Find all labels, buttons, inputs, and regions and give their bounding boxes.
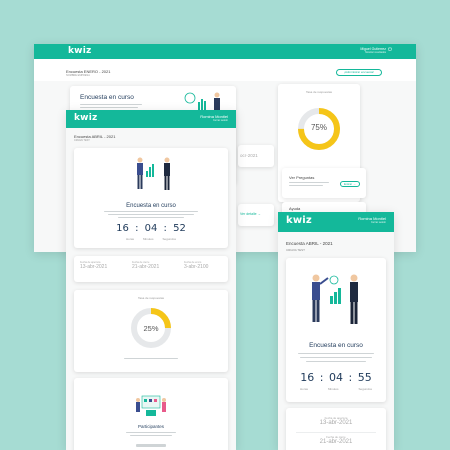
arrow-right-icon: → — [352, 182, 356, 186]
user-sub: Cerrar sesión — [212, 119, 228, 122]
middle-rate-card: Tasa de respuestas 25% — [74, 290, 228, 372]
help-label: Ayuda — [289, 206, 301, 211]
middle-dates-card: Fecha de apertura 13-abr-2021 Fecha de c… — [74, 256, 228, 282]
participants-illustration — [136, 395, 166, 416]
manage-survey-button[interactable]: ¡Administrar encuesta! — [336, 69, 382, 76]
date-close: Fecha de cierre 21-abr-2021 — [132, 261, 159, 270]
app-logo[interactable]: kwiz — [74, 113, 97, 123]
timer-minutes: 04 — [329, 371, 343, 384]
status-title: Encuesta en curso — [309, 342, 363, 349]
detail-link[interactable]: Ver detalle → — [240, 212, 261, 216]
middle-participants-card: Participantes — [74, 378, 228, 450]
timer-hours: 16 — [300, 371, 315, 384]
rate-title: Tasa de respuestas — [137, 296, 164, 300]
timer-hours-label: Horas — [300, 387, 309, 391]
status-title: Encuesta en curso — [80, 94, 134, 101]
questions-label: Ver Preguntas — [289, 175, 315, 180]
middle-status-card: Encuesta en curso 16 : 04 : 52 Horas Min… — [74, 148, 228, 248]
back-questions-card: Ver Preguntas Entrar → — [282, 168, 366, 198]
status-title: Encuesta en curso — [126, 203, 176, 209]
back-header: kwiz Miguel Gutierrez Mostrar resultados… — [34, 44, 416, 59]
survey-sub: CRIAVA TEST — [286, 248, 306, 252]
user-sub: Cerrar sesión — [370, 221, 386, 224]
timer-seconds-label: Segundos — [162, 237, 176, 241]
participants-title: Participantes — [137, 424, 164, 429]
middle-window: kwiz Romina Montiel Cerrar sesión Encues… — [66, 110, 236, 450]
rate-value: 25% — [143, 324, 159, 333]
timer-minutes-label: Minutos — [142, 237, 154, 241]
date-close-value: 21-abr-2021 — [132, 264, 160, 270]
timer-seconds: 52 — [173, 223, 186, 234]
timer-seconds: 55 — [357, 371, 372, 384]
survey-sub: CRIAVA TEST — [74, 139, 90, 142]
app-logo[interactable]: kwiz — [68, 46, 91, 56]
back-detail-card: Ver detalle → — [238, 204, 274, 226]
front-dates-card: Fecha de apertura 13-abr-2021 Fecha de c… — [286, 408, 386, 450]
rate-title: Tasa de respuestas — [305, 90, 332, 94]
rate-value: 75% — [310, 123, 327, 132]
date-close: Fecha de cierre 21-abr-2021 — [286, 435, 386, 445]
date-open-value: 13-abr-2021 — [319, 420, 353, 426]
timer-seconds-label: Segundos — [358, 387, 372, 391]
timer-minutes-label: Minutos — [327, 387, 339, 391]
user-menu[interactable]: Romina Montiel Cerrar sesión — [358, 216, 386, 224]
date-close-value: 21-abr-2021 — [319, 439, 353, 445]
user-sub: Mostrar resultados — [365, 51, 386, 54]
timer-minutes: 04 — [144, 223, 158, 234]
front-status-card: Encuesta en curso 16 : 04 : 55 Horas Min… — [286, 258, 386, 402]
middle-header: kwiz Romina Montiel Cerrar sesión — [66, 110, 236, 128]
partial-date: ocr-2021 — [240, 153, 258, 158]
date-open: Fecha de apertura 13-abr-2021 — [286, 416, 386, 426]
logout-icon[interactable]: ⏻ — [388, 47, 392, 53]
timer-hours-label: Horas — [126, 237, 135, 241]
arrow-right-icon: → — [256, 212, 262, 216]
questions-enter-button[interactable]: Entrar → — [340, 181, 360, 187]
survey-title: Encuesta ABRIL - 2021 — [286, 241, 333, 246]
back-date-card: ocr-2021 — [238, 145, 274, 167]
countdown-timer: 16 : 04 : 55 — [300, 371, 372, 384]
date-send: Fecha de envío 3-abr-2100 — [184, 261, 208, 270]
timer-hours: 16 — [116, 223, 129, 234]
countdown-timer: 16 : 04 : 52 — [116, 223, 186, 234]
date-open-value: 13-abr-2021 — [80, 264, 108, 270]
date-send-value: 3-abr-2100 — [184, 264, 209, 270]
user-menu[interactable]: Romina Montiel Cerrar sesión — [200, 114, 228, 122]
business-illustration — [137, 157, 170, 190]
survey-sub: NOMBRE EMPRESA — [66, 74, 90, 77]
user-menu[interactable]: Miguel Gutierrez Mostrar resultados — [360, 47, 386, 54]
front-window: kwiz Romina Montiel Cerrar sesión Encues… — [278, 212, 394, 450]
back-subheader: Encuesta ENERO - 2021 NOMBRE EMPRESA ¡Ad… — [34, 59, 416, 81]
front-header: kwiz Romina Montiel Cerrar sesión — [278, 212, 394, 232]
app-logo[interactable]: kwiz — [286, 215, 312, 226]
business-illustration — [312, 274, 358, 324]
date-open: Fecha de apertura 13-abr-2021 — [80, 261, 107, 270]
